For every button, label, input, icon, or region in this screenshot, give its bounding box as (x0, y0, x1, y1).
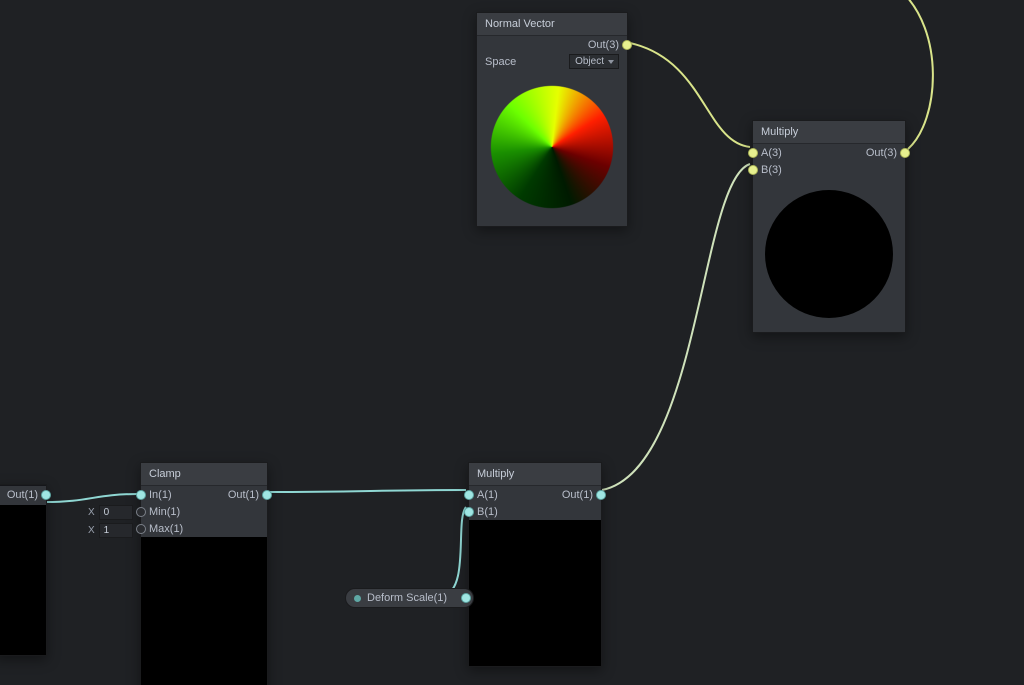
node-clamp[interactable]: Clamp In(1) Min(1) Max(1) Out(1) (140, 462, 268, 685)
output-out1[interactable]: Out(1) (0, 485, 46, 505)
port-in-icon[interactable] (136, 490, 146, 500)
chip-dot-icon (354, 595, 361, 602)
input-a1[interactable]: A(1) (469, 486, 535, 503)
black-sphere-preview (765, 190, 893, 318)
port-in-icon[interactable] (464, 490, 474, 500)
value[interactable]: 0 (99, 505, 133, 520)
port-label: Min(1) (149, 506, 180, 518)
port-label: Out(1) (228, 489, 259, 501)
port-in-icon[interactable] (748, 148, 758, 158)
input-b1[interactable]: B(1) (469, 503, 535, 520)
port-label: Out(3) (866, 147, 897, 159)
node-partial-left[interactable]: Out(1) (0, 484, 47, 656)
port-out-icon[interactable] (461, 593, 471, 603)
port-out-icon[interactable] (41, 490, 51, 500)
port-label: In(1) (149, 489, 172, 501)
port-label: Out(1) (562, 489, 593, 501)
port-out-icon[interactable] (596, 490, 606, 500)
space-dropdown[interactable]: Object (569, 54, 619, 69)
space-label: Space (485, 56, 516, 68)
input-a3[interactable]: A(3) (753, 144, 829, 161)
preview-area (753, 178, 905, 332)
input-min1[interactable]: Min(1) (141, 503, 204, 520)
node-multiply-vec3[interactable]: Multiply A(3) B(3) Out(3) (752, 120, 906, 333)
black-preview (0, 505, 46, 655)
space-value: Object (575, 56, 604, 67)
node-title[interactable]: Normal Vector (477, 13, 627, 36)
x-label: X (88, 525, 95, 536)
output-out1[interactable]: Out(1) (535, 486, 601, 503)
min-value-field[interactable]: X0 (88, 505, 133, 520)
preview-area (477, 70, 627, 226)
node-title[interactable]: Clamp (141, 463, 267, 486)
input-in1[interactable]: In(1) (141, 486, 204, 503)
node-title[interactable]: Multiply (469, 463, 601, 486)
port-label: B(3) (761, 164, 782, 176)
chip-label: Deform Scale(1) (367, 592, 447, 604)
space-row: Space Object (477, 53, 627, 70)
node-graph-canvas[interactable]: Normal Vector Out(3) Space Object Multip… (0, 0, 1024, 685)
port-out-icon[interactable] (622, 40, 632, 50)
port-in-icon[interactable] (748, 165, 758, 175)
black-preview (469, 520, 601, 666)
normal-sphere-preview (487, 82, 617, 212)
clamp-value-inputs: X0 X1 (88, 505, 137, 538)
output-out3[interactable]: Out(3) (477, 36, 627, 53)
property-chip-deform-scale[interactable]: Deform Scale(1) (345, 588, 474, 608)
input-max1[interactable]: Max(1) (141, 520, 204, 537)
port-label: Max(1) (149, 523, 183, 535)
value[interactable]: 1 (99, 523, 133, 538)
black-preview (141, 537, 267, 685)
port-out-icon[interactable] (900, 148, 910, 158)
port-in-icon[interactable] (136, 507, 146, 517)
node-normal-vector[interactable]: Normal Vector Out(3) Space Object (476, 12, 628, 227)
port-in-icon[interactable] (464, 507, 474, 517)
port-label: Out(3) (588, 39, 619, 51)
output-out1[interactable]: Out(1) (204, 486, 267, 503)
port-label: A(3) (761, 147, 782, 159)
node-title[interactable]: Multiply (753, 121, 905, 144)
port-label: B(1) (477, 506, 498, 518)
port-label: A(1) (477, 489, 498, 501)
max-value-field[interactable]: X1 (88, 523, 133, 538)
port-in-icon[interactable] (136, 524, 146, 534)
x-label: X (88, 507, 95, 518)
port-label: Out(1) (7, 489, 38, 501)
input-b3[interactable]: B(3) (753, 161, 829, 178)
output-out3[interactable]: Out(3) (829, 144, 905, 161)
port-out-icon[interactable] (262, 490, 272, 500)
node-multiply-float[interactable]: Multiply A(1) B(1) Out(1) (468, 462, 602, 667)
